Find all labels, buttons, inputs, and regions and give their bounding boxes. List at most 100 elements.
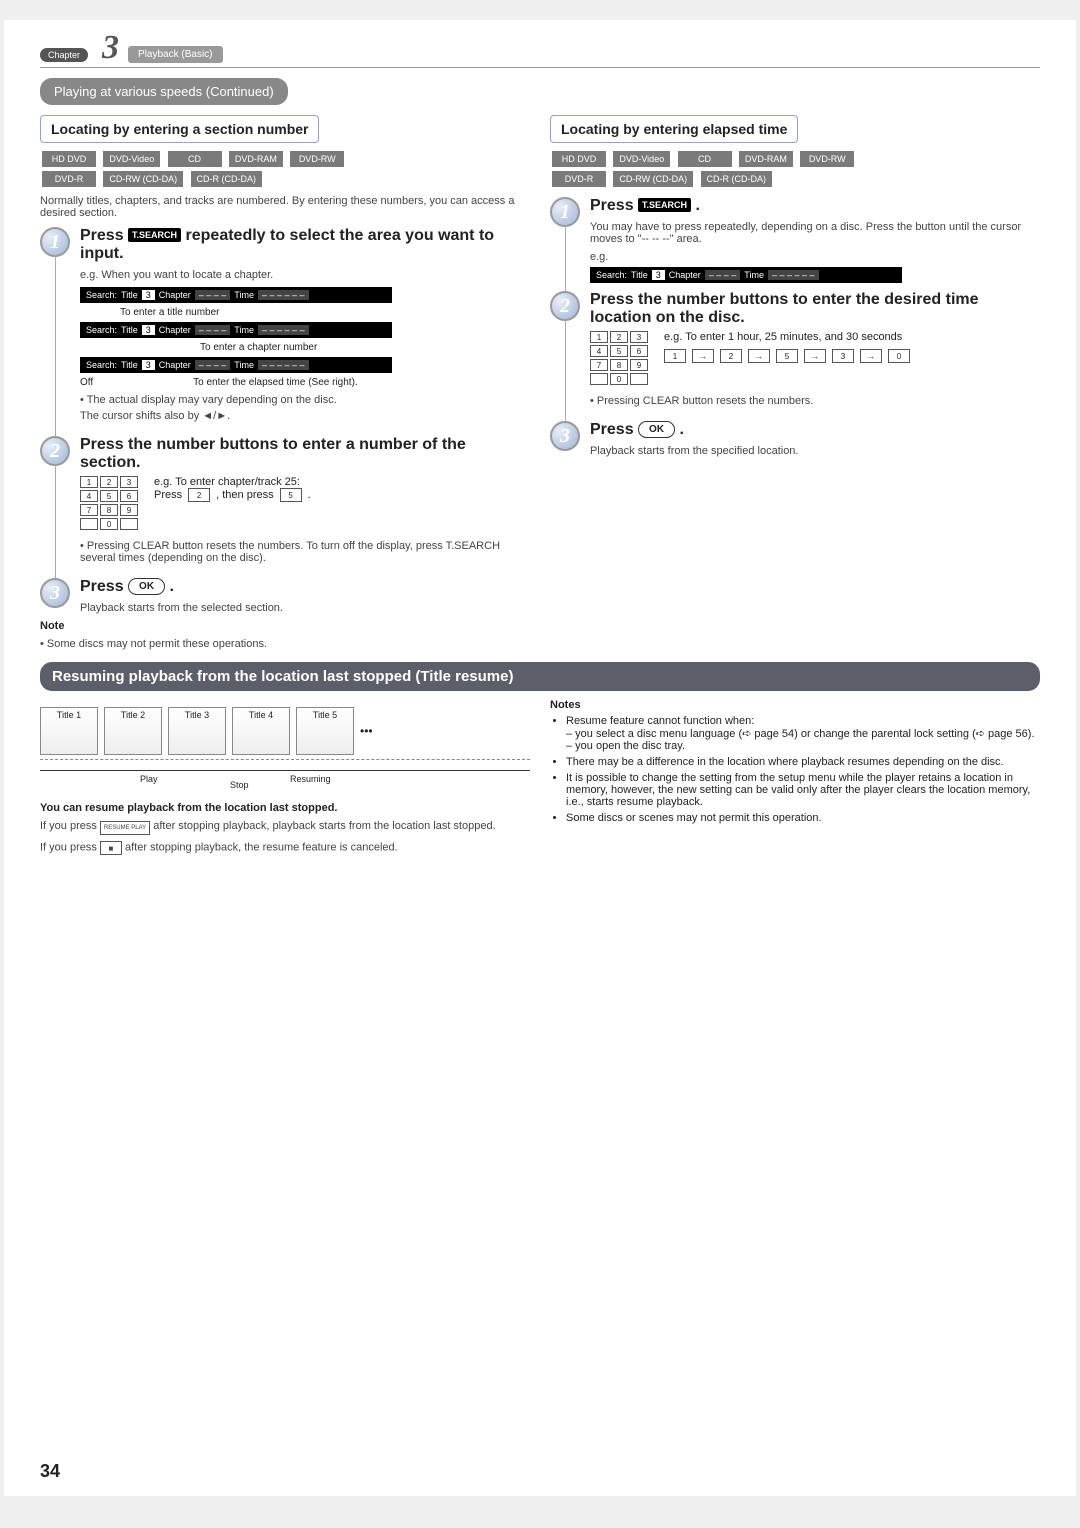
v: – – – – (195, 290, 231, 300)
chapter-label: Chapter (40, 48, 88, 62)
fmt: DVD-Video (612, 150, 671, 168)
tile: Title 5 (296, 707, 354, 755)
fmt: DVD-R (551, 170, 607, 188)
n2: There may be a difference in the locatio… (566, 756, 1040, 768)
cap: To enter a chapter number (200, 342, 530, 353)
resume-play-button: RESUME PLAY (100, 820, 150, 832)
body: You may have to press repeatedly, depend… (590, 221, 1040, 245)
step-number-3: 3 (40, 578, 70, 608)
v: – – – – (705, 270, 741, 280)
fmt: CD (677, 150, 733, 168)
l: Title (121, 290, 138, 300)
t: Press (590, 421, 638, 438)
key-5: 5 (280, 488, 302, 502)
fmt: CD (167, 150, 223, 168)
v: – – – – (195, 360, 231, 370)
n4: Some discs or scenes may not permit this… (566, 812, 1040, 824)
step-2-right: 2 Press the number buttons to enter the … (550, 291, 1040, 413)
step-1-left: 1 Press T.SEARCH repeatedly to select th… (40, 227, 530, 428)
off: Off (80, 377, 93, 388)
t: Press (80, 578, 128, 595)
l: Title (121, 325, 138, 335)
formats-right: HD DVD DVD-Video CD DVD-RAM DVD-RW DVD-R… (550, 149, 1040, 189)
search-bar-3: Search: Title 3 Chapter – – – – Time – –… (80, 357, 392, 373)
t: Press (154, 489, 182, 501)
l: Chapter (669, 270, 701, 280)
ok-button: OK (638, 421, 675, 438)
l: Time (744, 270, 764, 280)
fmt: DVD-RAM (738, 150, 794, 168)
t: Press (80, 227, 128, 244)
t: Press (590, 197, 638, 214)
resume-header: Resuming playback from the location last… (40, 662, 1040, 691)
eg: e.g. (590, 251, 1040, 263)
tile: Title 2 (104, 707, 162, 755)
formats-left: HD DVD DVD-Video CD DVD-RAM DVD-RW DVD-R… (40, 149, 530, 189)
p1: If you press RESUME PLAY after stopping … (40, 820, 530, 835)
fmt: HD DVD (551, 150, 607, 168)
resume-left: Title 1 Title 2 Title 3 Title 4 Title 5 … (40, 699, 530, 861)
noteC: • Some discs may not permit these operat… (40, 638, 530, 650)
l: Search: (86, 290, 117, 300)
step-number-1: 1 (40, 227, 70, 257)
end: Playback starts from the selected sectio… (80, 602, 283, 614)
v: – – – – – – (258, 325, 309, 335)
notes-h: Notes (550, 699, 1040, 711)
cap: To enter the elapsed time (See right). (193, 377, 358, 388)
left-subheader: Locating by entering a section number (40, 115, 319, 143)
step-number-3: 3 (550, 421, 580, 451)
v: 3 (142, 360, 155, 370)
step-number-1: 1 (550, 197, 580, 227)
search-bar-r: Search: Title 3 Chapter – – – – Time – –… (590, 267, 902, 283)
title-tiles: Title 1 Title 2 Title 3 Title 4 Title 5 … (40, 707, 530, 755)
l: Search: (86, 360, 117, 370)
fmt: CD-RW (CD-DA) (612, 170, 694, 188)
v: 3 (652, 270, 665, 280)
fmt: DVD-RAM (228, 150, 284, 168)
r-step2-title: Press the number buttons to enter the de… (590, 291, 1040, 327)
key-sequence: 1→ 2→ 5→ 3→ 0 (664, 349, 910, 363)
section-continued: Playing at various speeds (Continued) (40, 78, 288, 105)
cap: To enter a title number (120, 307, 530, 318)
v: – – – – – – (768, 270, 819, 280)
tile: Title 3 (168, 707, 226, 755)
tile: Title 1 (40, 707, 98, 755)
left-intro: Normally titles, chapters, and tracks ar… (40, 195, 530, 219)
p2: If you press ■ after stopping playback, … (40, 841, 530, 855)
step-2-left: 2 Press the number buttons to enter a nu… (40, 436, 530, 570)
clear-note: • Pressing CLEAR button resets the numbe… (80, 540, 530, 564)
l: Title (121, 360, 138, 370)
l: Time (234, 290, 254, 300)
end: Playback starts from the specified locat… (590, 445, 798, 457)
step2-title: Press the number buttons to enter a numb… (80, 436, 530, 472)
l: Time (234, 325, 254, 335)
v: – – – – – – (258, 360, 309, 370)
step-3-left: 3 Press OK . Playback starts from the se… (40, 578, 530, 620)
right-subheader: Locating by entering elapsed time (550, 115, 798, 143)
search-bar-1: Search: Title 3 Chapter – – – – Time – –… (80, 287, 392, 303)
chapter-number: 3 (102, 38, 119, 58)
n1a: – you select a disc menu language (➪ pag… (566, 728, 1035, 740)
n1: Resume feature cannot function when: – y… (566, 715, 1040, 752)
v: 3 (142, 290, 155, 300)
tsearch-button: T.SEARCH (638, 198, 691, 212)
stop-label: Stop (230, 780, 249, 790)
n3: It is possible to change the setting fro… (566, 772, 1040, 808)
eg: e.g. To enter 1 hour, 25 minutes, and 30… (664, 331, 910, 343)
fmt: DVD-RW (799, 150, 855, 168)
resume-lead: You can resume playback from the locatio… (40, 802, 530, 814)
resume-right: Notes Resume feature cannot function whe… (550, 699, 1040, 861)
fmt: DVD-RW (289, 150, 345, 168)
dots: ••• (360, 724, 373, 738)
step-number-2: 2 (40, 436, 70, 466)
step-1-right: 1 Press T.SEARCH . You may have to press… (550, 197, 1040, 283)
tsearch-button: T.SEARCH (128, 228, 181, 242)
step-number-2: 2 (550, 291, 580, 321)
clear: • Pressing CLEAR button resets the numbe… (590, 395, 1040, 407)
play-label: Play (140, 774, 158, 784)
step-3-right: 3 Press OK . Playback starts from the sp… (550, 421, 1040, 463)
tile: Title 4 (232, 707, 290, 755)
resuming-label: Resuming (290, 774, 331, 784)
v: – – – – – – (258, 290, 309, 300)
r-step1-title: Press T.SEARCH . (590, 197, 1040, 215)
